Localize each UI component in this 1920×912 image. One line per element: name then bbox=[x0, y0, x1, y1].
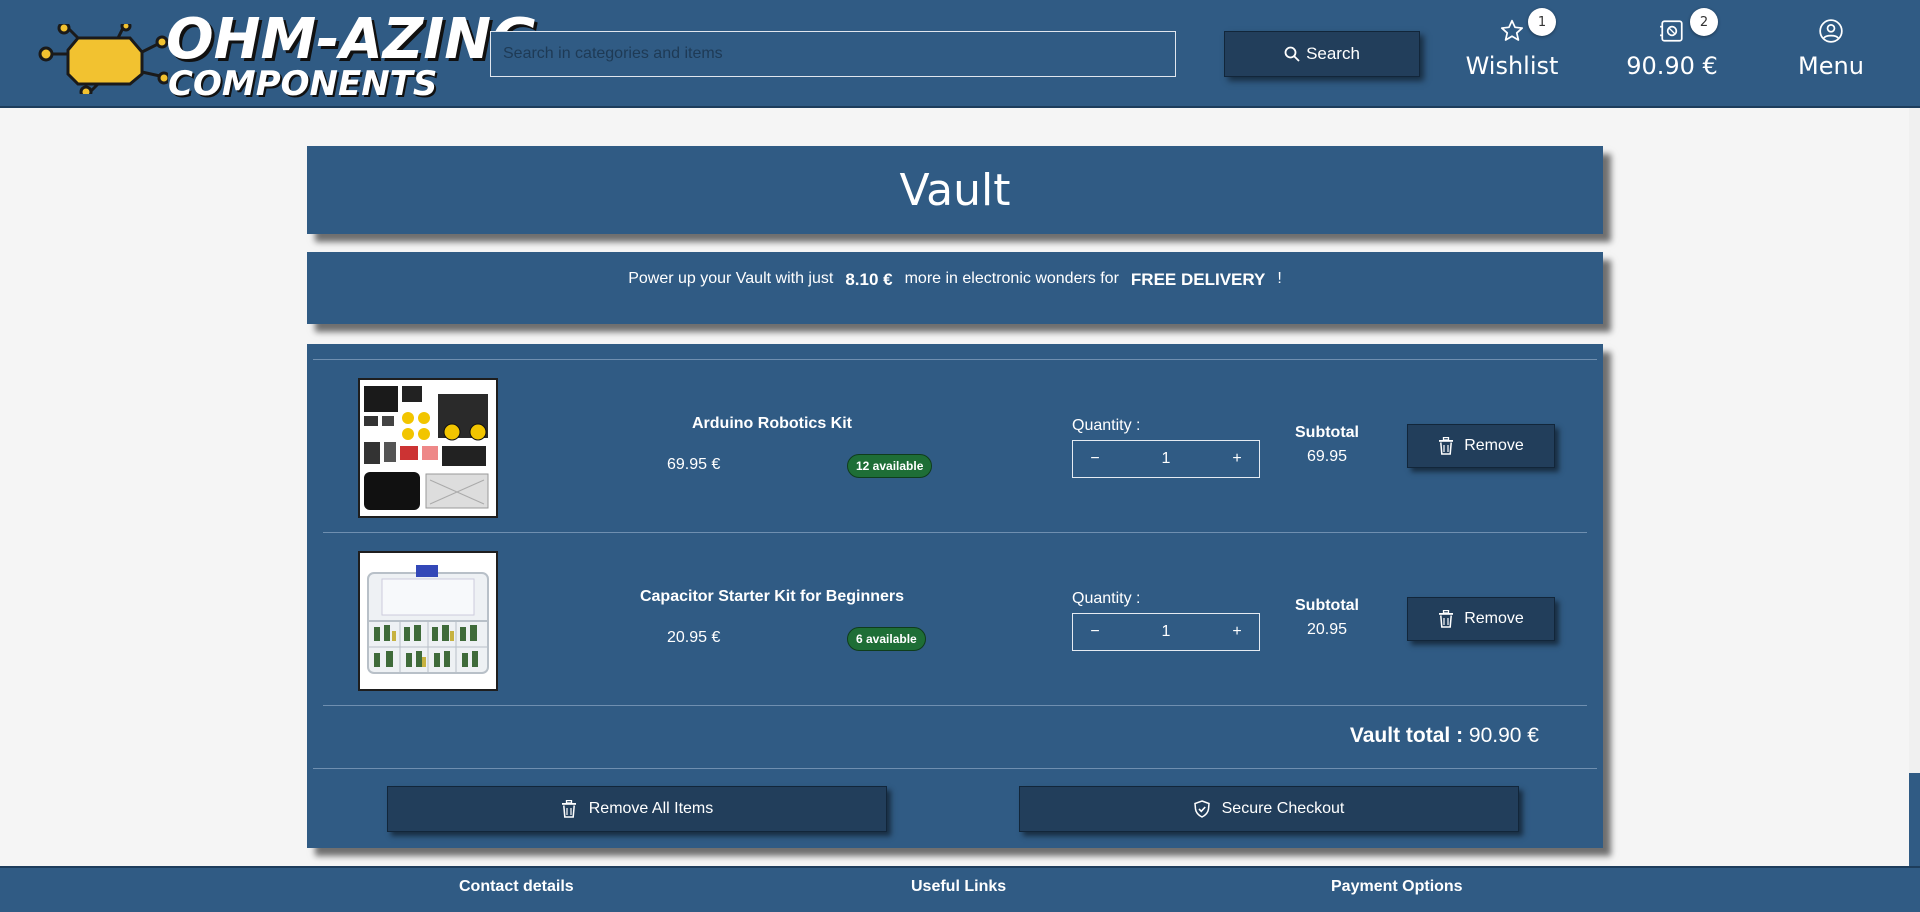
subtotal-value: 20.95 bbox=[1306, 621, 1348, 638]
user-circle-icon bbox=[1819, 19, 1843, 43]
promo-suffix: ! bbox=[1277, 270, 1282, 287]
wishlist-label: Wishlist bbox=[1465, 52, 1559, 80]
star-icon bbox=[1500, 19, 1524, 41]
promo-prefix: Power up your Vault with just bbox=[628, 270, 834, 287]
subtotal-value: 69.95 bbox=[1306, 448, 1348, 465]
product-name[interactable]: Arduino Robotics Kit bbox=[637, 415, 907, 433]
product-price: 69.95 € bbox=[667, 456, 721, 473]
product-name[interactable]: Capacitor Starter Kit for Beginners bbox=[637, 588, 907, 606]
subtotal-label: Subtotal bbox=[1295, 597, 1359, 614]
scrollbar-thumb[interactable] bbox=[1909, 773, 1920, 873]
subtotal-label: Subtotal bbox=[1295, 424, 1359, 441]
secure-checkout-label: Secure Checkout bbox=[1221, 800, 1345, 817]
search-icon bbox=[1284, 46, 1300, 62]
quantity-label: Quantity : bbox=[1072, 590, 1141, 607]
vault-icon bbox=[1660, 20, 1683, 42]
vault-total: Vault total : 90.90 € bbox=[1350, 724, 1539, 748]
footer-contact-details[interactable]: Contact details bbox=[459, 878, 574, 896]
logo-text-line1: OHM-AZING bbox=[166, 7, 538, 72]
availability-badge: 12 available bbox=[847, 454, 933, 478]
page-scrollbar[interactable] bbox=[1909, 108, 1920, 873]
footer-payment-options[interactable]: Payment Options bbox=[1331, 878, 1463, 896]
search-button-label: Search bbox=[1306, 44, 1360, 63]
remove-item-button[interactable]: Remove bbox=[1407, 597, 1555, 641]
quantity-input[interactable] bbox=[1126, 450, 1206, 468]
cart-item: Arduino Robotics Kit 69.95 € 12 availabl… bbox=[307, 360, 1603, 532]
product-image-robotics-kit[interactable] bbox=[358, 378, 498, 518]
increase-quantity-button[interactable]: + bbox=[1215, 441, 1259, 477]
availability-badge: 6 available bbox=[847, 627, 926, 651]
quantity-stepper: − + bbox=[1072, 613, 1260, 651]
quantity-label: Quantity : bbox=[1072, 417, 1141, 434]
trash-icon bbox=[1439, 437, 1454, 455]
divider bbox=[313, 768, 1597, 769]
vault-total-value: 90.90 € bbox=[1468, 724, 1539, 747]
vault-title-panel: Vault bbox=[307, 146, 1603, 234]
remove-all-items-button[interactable]: Remove All Items bbox=[387, 786, 887, 832]
footer-useful-links[interactable]: Useful Links bbox=[911, 878, 1006, 896]
page-title: Vault bbox=[899, 164, 1011, 216]
free-delivery-banner: Power up your Vault with just 8.10 € mor… bbox=[307, 252, 1603, 324]
remove-item-button[interactable]: Remove bbox=[1407, 424, 1555, 468]
remove-all-label: Remove All Items bbox=[588, 800, 714, 817]
site-logo[interactable]: OHM-AZING COMPONENTS bbox=[38, 10, 537, 104]
secure-checkout-button[interactable]: Secure Checkout bbox=[1019, 786, 1519, 832]
promo-middle: more in electronic wonders for bbox=[904, 270, 1119, 287]
circuit-chip-icon bbox=[38, 24, 168, 94]
logo-text-line2: COMPONENTS bbox=[168, 64, 438, 104]
promo-highlight: FREE DELIVERY bbox=[1130, 270, 1266, 289]
remove-label: Remove bbox=[1464, 437, 1524, 454]
search-button[interactable]: Search bbox=[1224, 31, 1420, 77]
quantity-input[interactable] bbox=[1126, 623, 1206, 641]
trash-icon bbox=[1439, 610, 1454, 628]
top-navigation-bar: OHM-AZING COMPONENTS Search Wishlist 1 9… bbox=[0, 0, 1920, 108]
cart-count-badge: 2 bbox=[1690, 8, 1718, 36]
wishlist-link[interactable]: Wishlist 1 bbox=[1465, 8, 1559, 88]
cart-link[interactable]: 90.90 € 2 bbox=[1620, 8, 1724, 88]
trash-icon bbox=[561, 800, 576, 818]
divider bbox=[323, 705, 1587, 706]
cart-total-label: 90.90 € bbox=[1626, 52, 1718, 80]
menu-label: Menu bbox=[1798, 52, 1864, 80]
menu-link[interactable]: Menu bbox=[1796, 18, 1866, 88]
promo-amount: 8.10 € bbox=[845, 270, 893, 289]
remove-label: Remove bbox=[1464, 610, 1524, 627]
shield-check-icon bbox=[1193, 800, 1210, 818]
wishlist-count-badge: 1 bbox=[1528, 8, 1556, 36]
quantity-stepper: − + bbox=[1072, 440, 1260, 478]
site-footer: Contact details Useful Links Payment Opt… bbox=[0, 866, 1920, 912]
cart-item: Capacitor Starter Kit for Beginners 20.9… bbox=[307, 533, 1603, 705]
search-input[interactable] bbox=[490, 31, 1176, 77]
product-image-capacitor-kit[interactable] bbox=[358, 551, 498, 691]
increase-quantity-button[interactable]: + bbox=[1215, 614, 1259, 650]
decrease-quantity-button[interactable]: − bbox=[1073, 614, 1117, 650]
decrease-quantity-button[interactable]: − bbox=[1073, 441, 1117, 477]
vault-total-label: Vault total : bbox=[1349, 724, 1464, 747]
product-price: 20.95 € bbox=[667, 629, 721, 646]
cart-items-panel: Arduino Robotics Kit 69.95 € 12 availabl… bbox=[307, 344, 1603, 848]
